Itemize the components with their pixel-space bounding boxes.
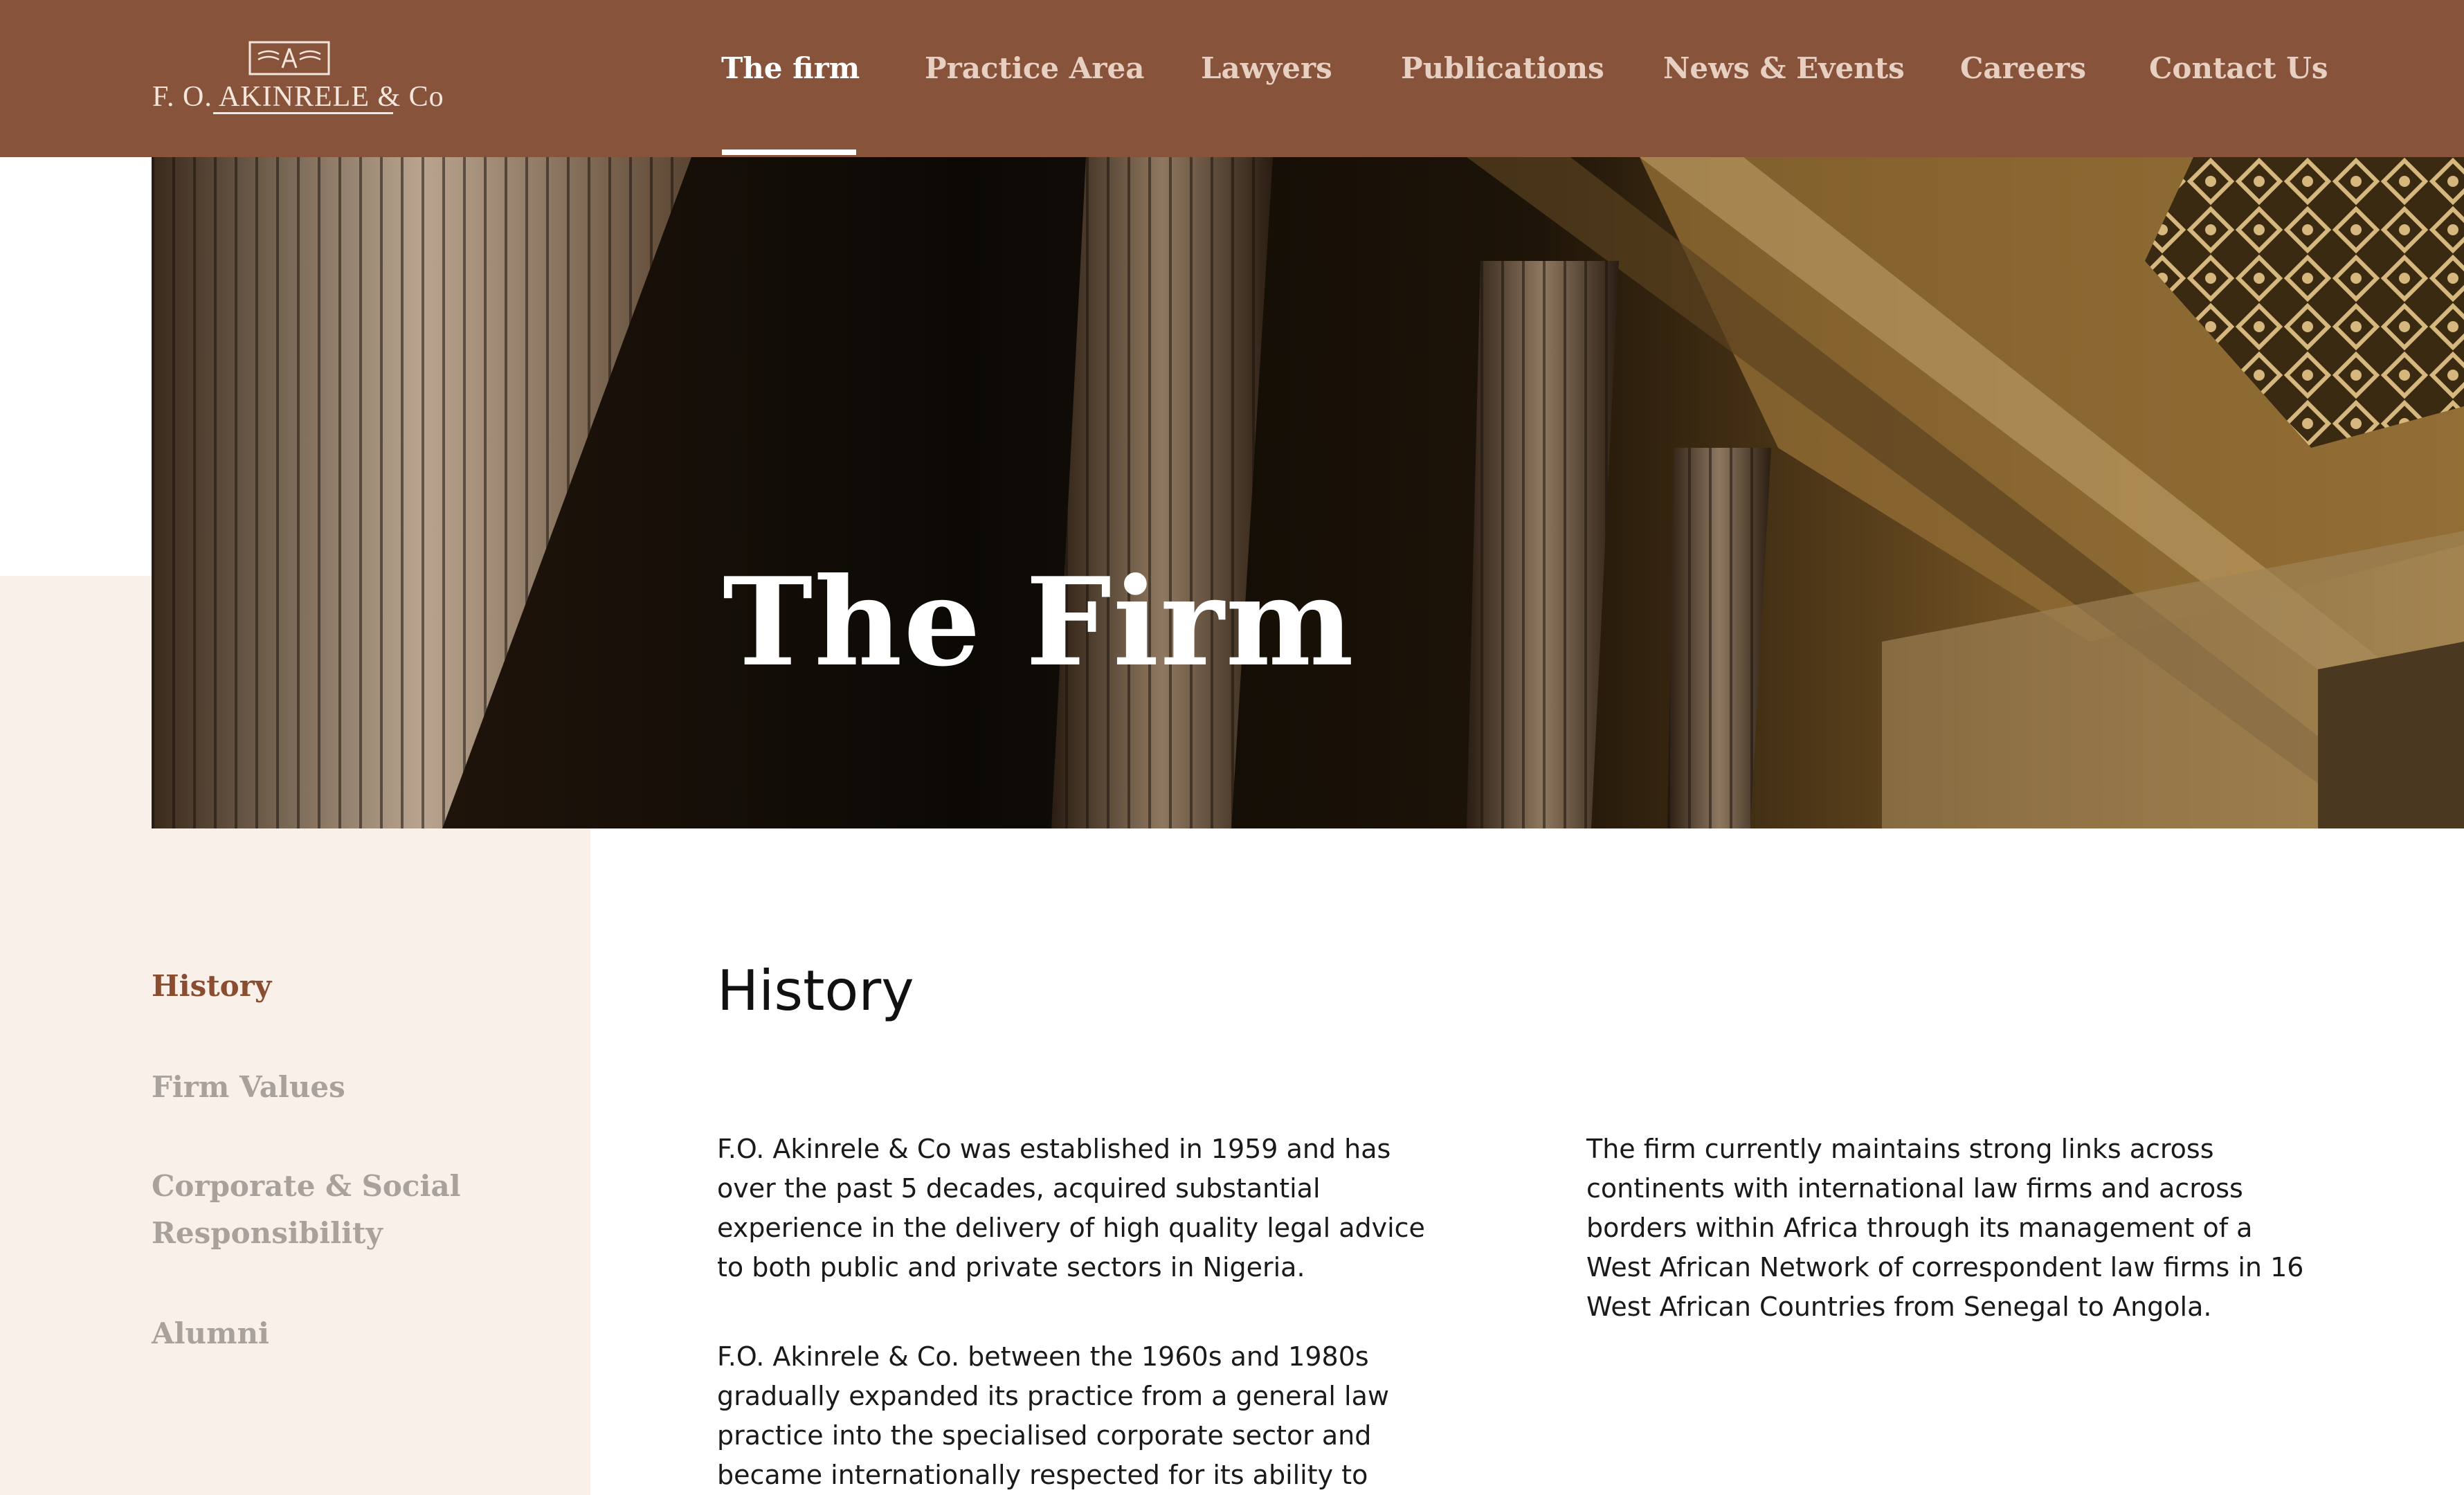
site-header: F. O. AKINRELE & Co The firm Practice Ar…: [0, 0, 2464, 157]
hero-banner: The Firm: [152, 157, 2464, 828]
nav-the-firm[interactable]: The firm: [721, 51, 860, 85]
nav-contact-us[interactable]: Contact Us: [2149, 51, 2328, 85]
firm-logo[interactable]: F. O. AKINRELE & Co: [152, 40, 444, 116]
sidebar-item-history[interactable]: History: [152, 963, 539, 1010]
nav-news-events[interactable]: News & Events: [1663, 51, 1905, 85]
section-title: History: [717, 959, 914, 1023]
history-paragraph-3: The firm currently maintains strong link…: [1586, 1134, 2304, 1322]
firm-logo-text: F. O. AKINRELE & Co: [152, 81, 444, 113]
hero-title: The Firm: [723, 552, 1355, 694]
logo-underline: [213, 112, 393, 114]
nav-practice-area[interactable]: Practice Area: [925, 51, 1144, 85]
nav-publications[interactable]: Publications: [1401, 51, 1604, 85]
hero-columns-image: [152, 157, 2464, 828]
active-nav-indicator: [722, 150, 856, 155]
sidebar-item-corporate-social-responsibility[interactable]: Corporate & Social Responsibility: [152, 1163, 539, 1257]
scales-emblem-icon: [248, 41, 330, 75]
history-paragraph-2: F.O. Akinrele & Co. between the 1960s an…: [717, 1341, 1389, 1490]
sidebar-item-alumni[interactable]: Alumni: [152, 1310, 539, 1357]
sidebar-item-firm-values[interactable]: Firm Values: [152, 1064, 539, 1111]
nav-lawyers[interactable]: Lawyers: [1201, 51, 1332, 85]
nav-careers[interactable]: Careers: [1960, 51, 2086, 85]
history-paragraph-1: F.O. Akinrele & Co was established in 19…: [717, 1134, 1425, 1283]
